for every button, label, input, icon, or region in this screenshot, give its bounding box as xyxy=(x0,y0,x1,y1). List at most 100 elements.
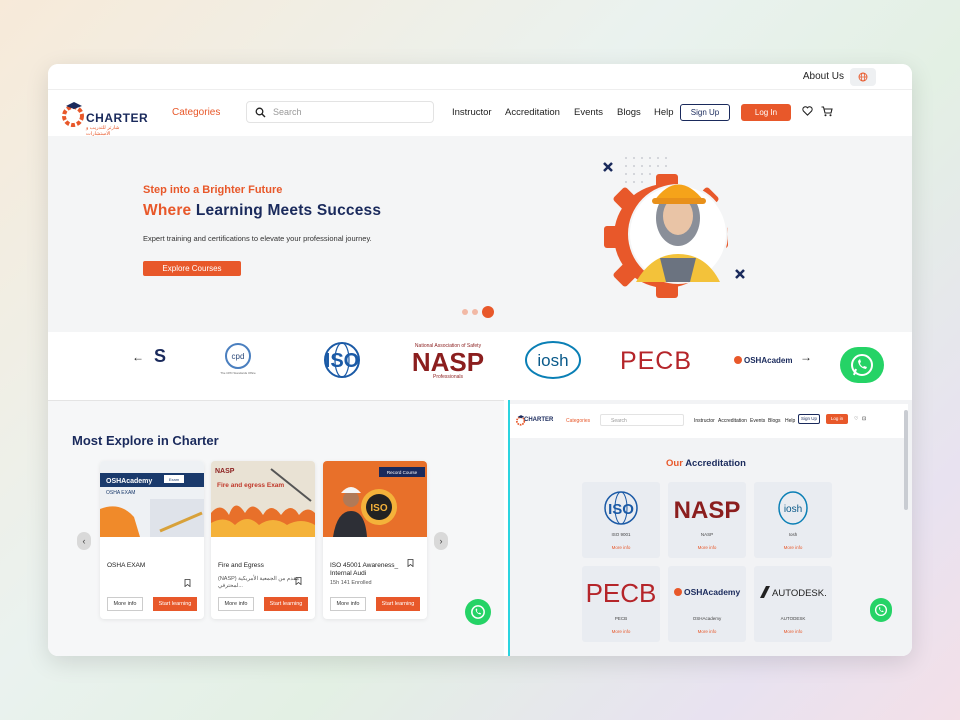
sign-up-button[interactable]: Sign Up xyxy=(680,104,730,121)
mini-search-placeholder: Search xyxy=(611,418,627,424)
bookmark-icon[interactable] xyxy=(407,559,414,567)
pagination-dot-active[interactable] xyxy=(482,306,494,318)
course-card[interactable]: NASP Fire and egress Exam Fire and Egres… xyxy=(211,461,315,619)
more-info-link[interactable]: More info xyxy=(754,545,832,550)
language-button[interactable] xyxy=(850,68,876,86)
accreditation-card[interactable]: PECB PECB More info xyxy=(582,566,660,642)
mini-cart-icon[interactable]: ⊡ xyxy=(862,416,866,422)
hero-tagline: Step into a Brighter Future xyxy=(143,184,283,196)
start-learning-button[interactable]: Start learning xyxy=(153,597,197,611)
nav-instructor[interactable]: Instructor xyxy=(452,107,492,118)
logo-fragment: S xyxy=(154,346,167,366)
mini-nav-accreditation[interactable]: Accreditation xyxy=(718,418,747,424)
whatsapp-icon xyxy=(874,603,888,617)
heart-icon[interactable] xyxy=(802,106,813,116)
cart-icon[interactable] xyxy=(821,106,833,117)
mini-nav-blogs[interactable]: Blogs xyxy=(768,418,781,424)
acc-logo-text: iosh xyxy=(784,504,802,515)
course-thumbnail: NASP Fire and egress Exam xyxy=(211,461,315,537)
accreditation-name: ISO 9001 xyxy=(611,532,631,537)
course-meta: 15h 141 Enrolled xyxy=(330,580,372,586)
pecb-logo: PECB xyxy=(582,570,660,614)
more-info-button[interactable]: More info xyxy=(218,597,254,611)
pagination-dot[interactable] xyxy=(472,309,478,315)
course-card[interactable]: OSHAcademy Exam OSHA EXAM OSHA EXAM More… xyxy=(100,461,204,619)
accreditation-card[interactable]: NASP NASP More info xyxy=(668,482,746,558)
more-info-link[interactable]: More info xyxy=(754,629,832,634)
categories-menu[interactable]: Categories xyxy=(172,107,220,118)
mini-nav-events[interactable]: Events xyxy=(750,418,765,424)
accreditation-title-rest: Accreditation xyxy=(685,458,746,469)
accreditation-name: Iosh xyxy=(788,532,798,537)
iso-logo: ISO xyxy=(582,486,660,530)
accreditation-card[interactable]: ISO ISO 9001 More info xyxy=(582,482,660,558)
bookmark-icon[interactable] xyxy=(295,577,302,585)
mini-search-input[interactable]: Search xyxy=(600,414,684,426)
arrow-right-icon[interactable]: → xyxy=(800,350,812,364)
cpd-logo-subtext: The CPD Standards Office xyxy=(220,371,256,375)
nav-blogs[interactable]: Blogs xyxy=(617,107,641,118)
accreditation-card[interactable]: OSHAcademy OSHAcademy More info xyxy=(668,566,746,642)
start-learning-button[interactable]: Start learning xyxy=(264,597,308,611)
mini-log-in-button[interactable]: Log in xyxy=(826,414,848,424)
about-us-link[interactable]: About Us xyxy=(803,71,844,82)
more-info-link[interactable]: More info xyxy=(668,545,746,550)
mini-sign-up-button[interactable]: Sign Up xyxy=(798,414,820,424)
log-in-button[interactable]: Log In xyxy=(741,104,791,121)
most-explore-section: Most Explore in Charter ‹ OSHAcademy Exa… xyxy=(48,400,504,656)
more-info-link[interactable]: More info xyxy=(668,629,746,634)
search-input[interactable]: Search xyxy=(246,101,434,123)
arrow-left-icon[interactable]: ← xyxy=(132,350,144,364)
hero-title-rest: Learning Meets Success xyxy=(195,202,382,219)
whatsapp-button[interactable] xyxy=(870,598,892,622)
nav-events[interactable]: Events xyxy=(574,107,603,118)
nav-accreditation[interactable]: Accreditation xyxy=(505,107,560,118)
iosh-logo-icon: iosh xyxy=(525,341,581,379)
acc-logo-text: PECB xyxy=(586,578,657,608)
iosh-logo: iosh xyxy=(754,486,832,530)
mini-navbar: CHARTER Categories Search Instructor Acc… xyxy=(510,404,908,438)
acc-logo-text: OSHAcademy xyxy=(684,587,740,597)
course-title: OSHA EXAM xyxy=(107,562,146,569)
mini-nav-help[interactable]: Help xyxy=(785,418,795,424)
course-card[interactable]: Record Course ISO ISO 45001 Awareness_ I… xyxy=(323,461,427,619)
more-info-button[interactable]: More info xyxy=(330,597,366,611)
explore-courses-button[interactable]: Explore Courses xyxy=(143,261,241,276)
accreditation-card[interactable]: iosh Iosh More info xyxy=(754,482,832,558)
partner-logo-iosh: iosh xyxy=(522,340,584,380)
scrollbar[interactable] xyxy=(904,410,908,510)
course-thumbnail: Record Course ISO xyxy=(323,461,427,537)
hero-pagination xyxy=(462,306,494,318)
acc-logo-text: ISO xyxy=(608,501,634,518)
pecb-logo-text: PECB xyxy=(620,347,692,375)
accreditation-name: NASP xyxy=(700,532,714,537)
partner-logo-nasp: National Association of Safety NASP Prof… xyxy=(402,340,494,380)
hero-description: Expert training and certifications to el… xyxy=(143,234,372,243)
thumbnail-caption: ISO xyxy=(370,503,387,514)
accreditation-card[interactable]: AUTODESK. AUTODESK More info xyxy=(754,566,832,642)
start-learning-button[interactable]: Start learning xyxy=(376,597,420,611)
whatsapp-button[interactable] xyxy=(465,599,491,625)
more-info-button[interactable]: More info xyxy=(107,597,143,611)
carousel-prev-button[interactable]: ‹ xyxy=(77,532,91,550)
mini-categories[interactable]: Categories xyxy=(566,418,590,424)
pagination-dot[interactable] xyxy=(462,309,468,315)
search-placeholder: Search xyxy=(273,107,302,117)
carousel-next-button[interactable]: › xyxy=(434,532,448,550)
mini-nav-instructor[interactable]: Instructor xyxy=(694,418,715,424)
thumbnail-caption: Fire and egress Exam xyxy=(217,482,284,489)
hero-banner: Step into a Brighter Future Where Learni… xyxy=(48,136,912,332)
mini-heart-icon[interactable]: ♡ xyxy=(854,416,858,422)
whatsapp-button[interactable] xyxy=(840,347,884,383)
oshacademy-logo: OSHAcademy xyxy=(668,570,746,614)
accreditation-preview: CHARTER Categories Search Instructor Acc… xyxy=(508,400,912,656)
charter-logo[interactable]: CHARTER شارتر للتدريب و الاستشارات xyxy=(62,98,148,137)
nav-help[interactable]: Help xyxy=(654,107,674,118)
acc-logo-text: AUTODESK. xyxy=(772,588,827,599)
oshacademy-logo-icon: OSHAcademy xyxy=(734,356,792,365)
more-info-link[interactable]: More info xyxy=(582,629,660,634)
more-info-link[interactable]: More info xyxy=(582,545,660,550)
partner-logo-oshacademy: OSHAcademy xyxy=(732,340,792,380)
bookmark-icon[interactable] xyxy=(184,579,191,587)
app-window: About Us CHARTER شارتر للتدريب و الاستشا… xyxy=(48,64,912,656)
